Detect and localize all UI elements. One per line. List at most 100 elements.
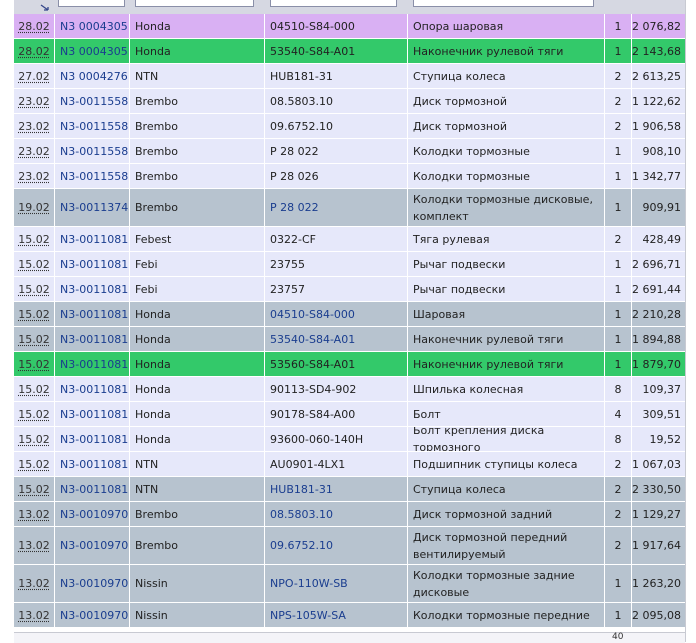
document-number-cell[interactable]: N3-0011081	[54, 302, 129, 326]
part-code-cell[interactable]: 53540-S84-A01	[264, 327, 407, 351]
order-date-cell[interactable]: 15.02	[14, 277, 54, 301]
document-number[interactable]: N3-0011558	[60, 170, 128, 183]
order-date[interactable]: 15.02	[18, 408, 50, 421]
order-date[interactable]: 15.02	[18, 433, 50, 446]
document-number-cell[interactable]: N3-0010970	[54, 565, 129, 602]
table-row[interactable]: 15.02 N3-0011081 Honda 90178-S84-A00 Болт 4 30…	[14, 402, 685, 427]
table-row[interactable]: 15.02 N3-0011081 NTN HUB181-31 Ступица колес…	[14, 477, 685, 502]
document-number-cell[interactable]: N3-0011081	[54, 452, 129, 476]
document-number[interactable]: N3-0011081	[60, 258, 128, 271]
part-code[interactable]: 53540-S84-A01	[270, 333, 355, 346]
part-code-cell[interactable]: 04510-S84-000	[264, 302, 407, 326]
order-date[interactable]: 23.02	[18, 170, 50, 183]
part-code-cell[interactable]: P 28 022	[264, 189, 407, 226]
document-number-cell[interactable]: N3-0010970	[54, 527, 129, 564]
document-number[interactable]: N3-0010970	[60, 508, 128, 521]
document-number[interactable]: N3-0010970	[60, 577, 128, 590]
order-date-cell[interactable]: 13.02	[14, 502, 54, 526]
order-date[interactable]: 13.02	[18, 508, 50, 521]
order-date-cell[interactable]: 15.02	[14, 452, 54, 476]
part-code[interactable]: NPS-105W-SA	[270, 609, 346, 622]
table-row[interactable]: 13.02 N3-0010970 Brembo 09.6752.10 Диск торм…	[14, 527, 685, 565]
order-date-cell[interactable]: 15.02	[14, 402, 54, 426]
order-date[interactable]: 15.02	[18, 233, 50, 246]
order-date[interactable]: 23.02	[18, 95, 50, 108]
table-row[interactable]: 27.02 N3 0004276 NTN HUB181-31 Ступица колес…	[14, 64, 685, 89]
part-code[interactable]: HUB181-31	[270, 483, 333, 496]
table-row[interactable]: 13.02 N3-0010970 Brembo 08.5803.10 Диск торм…	[14, 502, 685, 527]
order-date[interactable]: 23.02	[18, 120, 50, 133]
document-number[interactable]: N3 0004276	[60, 70, 128, 83]
order-date-cell[interactable]: 23.02	[14, 139, 54, 163]
order-date[interactable]: 15.02	[18, 383, 50, 396]
document-number[interactable]: N3-0011081	[60, 283, 128, 296]
table-row[interactable]: 13.02 N3-0010970 Nissin NPO-110W-SB Колодки …	[14, 565, 685, 603]
table-row[interactable]: 15.02 N3-0011081 Honda 90113-SD4-902 Шпилька…	[14, 377, 685, 402]
order-date[interactable]: 15.02	[18, 308, 50, 321]
part-code-cell[interactable]: NPO-110W-SB	[264, 565, 407, 602]
document-number[interactable]: N3-0011081	[60, 408, 128, 421]
table-row[interactable]: 15.02 N3-0011081 Honda 53540-S84-A01 Наконеч…	[14, 327, 685, 352]
table-row[interactable]: 15.02 N3-0011081 Febest 0322-CF Тяга рулевая…	[14, 227, 685, 252]
part-code[interactable]: 08.5803.10	[270, 508, 333, 521]
document-number[interactable]: N3-0011081	[60, 483, 128, 496]
order-date-cell[interactable]: 19.02	[14, 189, 54, 226]
order-date-cell[interactable]: 23.02	[14, 164, 54, 188]
table-row[interactable]: 23.02 N3-0011558 Brembo P 28 022 Колодки тор…	[14, 139, 685, 164]
table-row[interactable]: 23.02 N3-0011558 Brembo 09.6752.10 Диск торм…	[14, 114, 685, 139]
order-date[interactable]: 15.02	[18, 458, 50, 471]
order-date[interactable]: 15.02	[18, 333, 50, 346]
document-number-cell[interactable]: N3-0011558	[54, 114, 129, 138]
document-number[interactable]: N3-0011081	[60, 233, 128, 246]
order-date-cell[interactable]: 15.02	[14, 227, 54, 251]
table-row[interactable]: 15.02 N3-0011081 Febi 23757 Рычаг подвески 1 2…	[14, 277, 685, 302]
order-date[interactable]: 15.02	[18, 258, 50, 271]
order-date[interactable]: 28.02	[18, 45, 50, 58]
document-number[interactable]: N3 0004305	[60, 20, 128, 33]
filter-input-name[interactable]	[413, 0, 594, 7]
document-number-cell[interactable]: N3-0011081	[54, 277, 129, 301]
document-number-cell[interactable]: N3 0004305	[54, 39, 129, 63]
document-number[interactable]: N3-0011081	[60, 308, 128, 321]
order-date-cell[interactable]: 28.02	[14, 39, 54, 63]
order-date-cell[interactable]: 13.02	[14, 603, 54, 627]
order-date-cell[interactable]: 13.02	[14, 527, 54, 564]
document-number-cell[interactable]: N3-0010970	[54, 502, 129, 526]
table-row[interactable]: 28.02 N3 0004305 Honda 04510-S84-000 Опора ш…	[14, 14, 685, 39]
table-row[interactable]: 23.02 N3-0011558 Brembo P 28 026 Колодки тор…	[14, 164, 685, 189]
document-number-cell[interactable]: N3-0011081	[54, 252, 129, 276]
document-number-cell[interactable]: N3-0011081	[54, 377, 129, 401]
part-code-cell[interactable]: NPS-105W-SA	[264, 603, 407, 627]
part-code-cell[interactable]: HUB181-31	[264, 477, 407, 501]
part-code-cell[interactable]: 08.5803.10	[264, 502, 407, 526]
document-number-cell[interactable]: N3-0011374	[54, 189, 129, 226]
document-number[interactable]: N3-0011081	[60, 333, 128, 346]
order-date-cell[interactable]: 28.02	[14, 14, 54, 38]
document-number-cell[interactable]: N3-0011558	[54, 89, 129, 113]
part-code[interactable]: NPO-110W-SB	[270, 577, 348, 590]
order-date-cell[interactable]: 15.02	[14, 352, 54, 376]
document-number-cell[interactable]: N3-0011081	[54, 427, 129, 451]
document-number-cell[interactable]: N3-0011081	[54, 327, 129, 351]
filter-input-code[interactable]	[270, 0, 397, 7]
filter-input-doc[interactable]	[58, 0, 125, 7]
document-number[interactable]: N3-0011558	[60, 120, 128, 133]
document-number-cell[interactable]: N3-0011081	[54, 352, 129, 376]
part-code[interactable]: 04510-S84-000	[270, 308, 355, 321]
part-code-cell[interactable]: 09.6752.10	[264, 527, 407, 564]
document-number[interactable]: N3-0011081	[60, 358, 128, 371]
part-code[interactable]: P 28 022	[270, 201, 319, 214]
table-row[interactable]: 15.02 N3-0011081 Febi 23755 Рычаг подвески 1 2…	[14, 252, 685, 277]
document-number-cell[interactable]: N3 0004305	[54, 14, 129, 38]
document-number[interactable]: N3-0010970	[60, 539, 128, 552]
order-date[interactable]: 28.02	[18, 20, 50, 33]
document-number-cell[interactable]: N3-0011558	[54, 164, 129, 188]
part-code[interactable]: 09.6752.10	[270, 539, 333, 552]
table-row[interactable]: 15.02 N3-0011081 Honda 53560-S84-A01 Наконеч…	[14, 352, 685, 377]
document-number-cell[interactable]: N3-0011081	[54, 227, 129, 251]
order-date[interactable]: 15.02	[18, 483, 50, 496]
order-date[interactable]: 13.02	[18, 609, 50, 622]
order-date-cell[interactable]: 15.02	[14, 477, 54, 501]
order-date-cell[interactable]: 27.02	[14, 64, 54, 88]
order-date-cell[interactable]: 15.02	[14, 252, 54, 276]
